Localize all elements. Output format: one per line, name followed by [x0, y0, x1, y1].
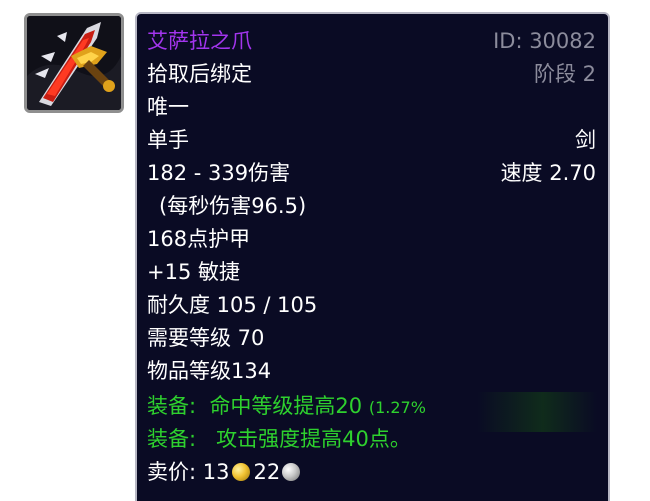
- sell-label: 卖价:: [147, 460, 197, 484]
- highlight-glow: [477, 392, 597, 432]
- equip-prefix: 装备:: [147, 394, 197, 418]
- equip-prefix: 装备:: [147, 427, 197, 451]
- item-id: ID: 30082: [493, 29, 596, 53]
- item-icon[interactable]: [24, 13, 124, 113]
- unique-text: 唯一: [147, 95, 189, 119]
- gold-coin-icon: [231, 463, 250, 481]
- item-name: 艾萨拉之爪: [147, 29, 252, 53]
- item-tooltip: 艾萨拉之爪 ID: 30082 拾取后绑定 阶段 2 唯一 单手 剑 182 -…: [135, 12, 610, 501]
- phase-text: 阶段 2: [533, 62, 596, 86]
- slot-text: 单手: [147, 128, 189, 152]
- dps-text: (每秒伤害96.5): [159, 194, 307, 218]
- durability-text: 耐久度 105 / 105: [147, 293, 318, 317]
- equip-ap-text: 攻击强度提高40点。: [216, 427, 411, 451]
- stage: 艾萨拉之爪 ID: 30082 拾取后绑定 阶段 2 唯一 单手 剑 182 -…: [0, 0, 650, 501]
- agility-text: +15 敏捷: [147, 260, 240, 284]
- binding-text: 拾取后绑定: [147, 62, 252, 86]
- sell-silver-value: 22: [253, 460, 281, 484]
- equip-hit-rating: 装备: 命中等级提高20 (1.27%: [147, 393, 426, 421]
- sword-item-icon: [27, 16, 121, 110]
- damage-text: 182 - 339伤害: [147, 161, 291, 185]
- item-level-text: 物品等级134: [147, 359, 272, 383]
- equip-attack-power: 装备: 攻击强度提高40点。: [147, 426, 411, 452]
- sell-gold-value: 13: [202, 460, 230, 484]
- required-level-text: 需要等级 70: [147, 326, 265, 350]
- sell-price: 卖价: 13 22: [147, 459, 304, 485]
- silver-coin-icon: [282, 463, 301, 481]
- equip-hit-text: 命中等级提高20: [209, 394, 363, 418]
- weapon-type-text: 剑: [575, 128, 596, 152]
- armor-text: 168点护甲: [147, 227, 251, 251]
- speed-text: 速度 2.70: [500, 161, 596, 185]
- equip-hit-percent: (1.27%: [368, 398, 426, 417]
